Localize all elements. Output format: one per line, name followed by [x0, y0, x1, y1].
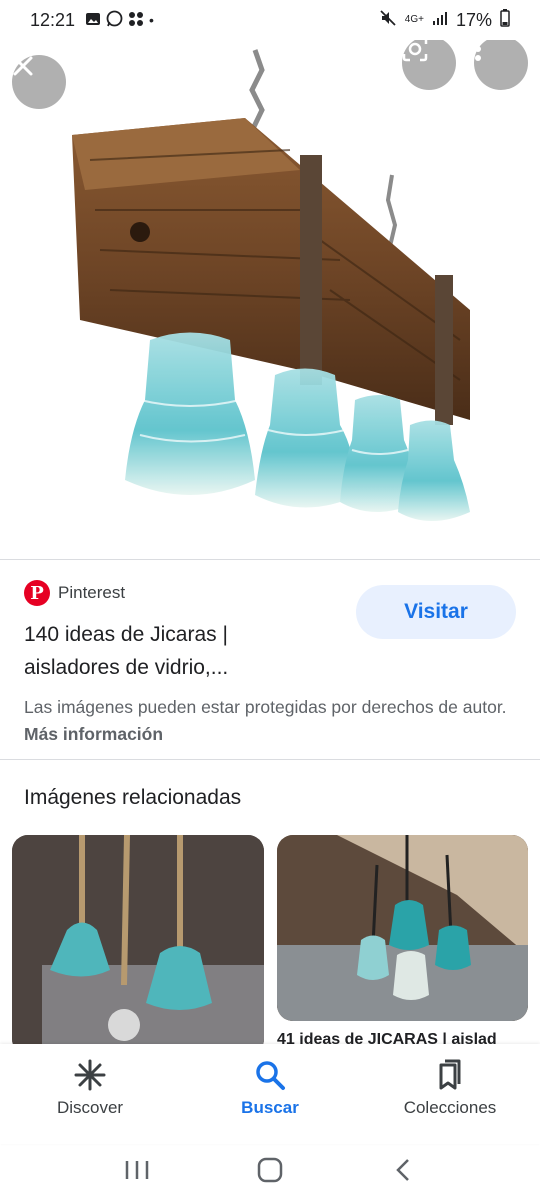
copyright-text: Las imágenes pueden estar protegidas por… [24, 697, 507, 717]
related-image-2-picture [277, 835, 528, 1021]
related-image-1[interactable] [12, 835, 264, 1055]
nav-collections[interactable]: Colecciones [360, 1044, 540, 1144]
nav-discover-label: Discover [56, 1098, 124, 1117]
copyright-notice: Las imágenes pueden estar protegidas por… [24, 694, 524, 748]
home-icon [257, 1157, 283, 1183]
divider [0, 559, 540, 560]
back-button[interactable] [383, 1150, 423, 1190]
gallery-icon [85, 12, 101, 29]
main-image[interactable] [0, 40, 540, 558]
mute-icon [379, 9, 397, 32]
result-title[interactable]: 140 ideas de Jicaras | aisladores de vid… [24, 618, 344, 684]
lamp-illustration [72, 49, 470, 521]
battery-level: 17% [455, 9, 492, 30]
asterisk-icon [74, 1059, 106, 1091]
bookmark-icon [439, 1059, 461, 1090]
visit-button[interactable]: Visitar [356, 585, 516, 639]
app-grid-icon [128, 11, 144, 30]
close-icon [13, 56, 33, 76]
result-title-line2: aisladores de vidrio,... [24, 656, 229, 679]
system-navigation [0, 1140, 540, 1200]
nav-search[interactable]: Buscar [180, 1044, 360, 1144]
home-button[interactable] [250, 1150, 290, 1190]
signal-icon [432, 10, 448, 31]
pinterest-logo-icon: P [24, 580, 50, 606]
source-name: Pinterest [58, 583, 126, 602]
bottom-navigation: Discover Buscar Colecciones [0, 1044, 540, 1144]
lens-icon [402, 40, 428, 62]
recents-icon [125, 1161, 148, 1179]
source-row[interactable]: P Pinterest [24, 580, 125, 606]
recents-button[interactable] [117, 1150, 157, 1190]
nav-search-label: Buscar [241, 1098, 299, 1117]
divider [0, 759, 540, 760]
battery-icon [500, 8, 510, 32]
related-heading: Imágenes relacionadas [24, 786, 242, 809]
nav-discover[interactable]: Discover [0, 1044, 180, 1144]
status-bar: 12:21 • 4G+ 17% [0, 0, 540, 40]
whatsapp-icon [106, 10, 123, 30]
related-image-1-picture [12, 835, 264, 1055]
nav-collections-label: Colecciones [403, 1098, 497, 1117]
search-icon [256, 1061, 285, 1090]
related-image-2[interactable] [277, 835, 528, 1021]
back-icon [396, 1159, 410, 1181]
status-time: 12:21 [30, 9, 76, 30]
network-type: 4G+ [404, 14, 424, 25]
close-button[interactable] [12, 55, 66, 109]
more-vert-icon [475, 40, 481, 61]
result-title-line1: 140 ideas de Jicaras | [24, 623, 228, 646]
more-info-link[interactable]: Más información [24, 724, 163, 744]
notification-dot: • [149, 12, 154, 28]
